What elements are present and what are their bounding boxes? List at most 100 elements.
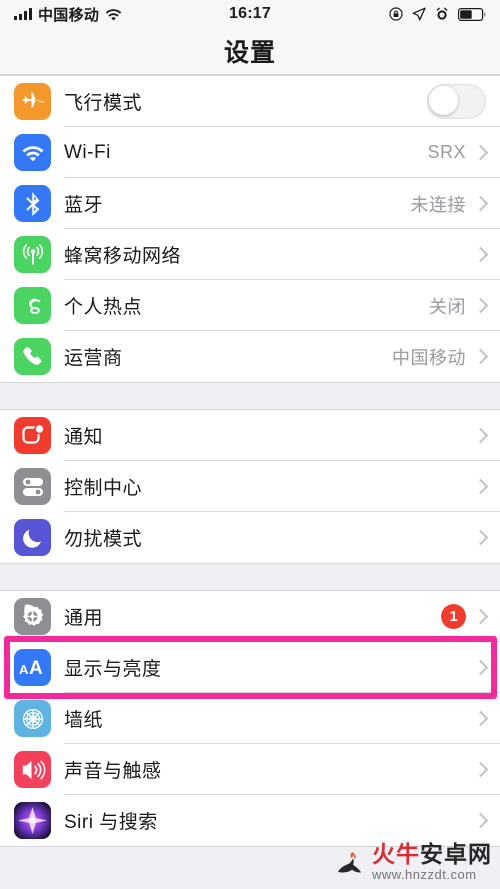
- watermark-name-red: 火牛: [372, 841, 420, 867]
- phone-icon: [14, 338, 51, 375]
- settings-row-sounds-haptics[interactable]: 声音与触感: [0, 744, 500, 795]
- location-arrow-icon: [412, 7, 426, 21]
- moon-icon: [14, 519, 51, 556]
- toggle-knob: [429, 86, 458, 115]
- settings-row-label: 运营商: [64, 348, 123, 369]
- wifi-icon: [106, 8, 122, 20]
- airplane-icon: [14, 83, 51, 120]
- watermark-text: 火牛安卓网 www.hnzzdt.com: [372, 841, 492, 882]
- page-title: 设置: [223, 39, 276, 67]
- settings-row-accessory: [472, 246, 500, 263]
- settings-row-accessory: [472, 710, 500, 727]
- hotspot-link-icon: [14, 287, 51, 324]
- settings-row-label: Wi-Fi: [64, 141, 111, 163]
- group-spacer: [0, 383, 500, 409]
- status-bar: 中国移动 16:17: [0, 0, 500, 28]
- settings-row-value: 中国移动: [392, 347, 466, 368]
- settings-row-wifi[interactable]: Wi-Fi SRX: [0, 127, 500, 178]
- settings-row-accessory: 未连接: [411, 191, 500, 217]
- svg-text:A: A: [19, 662, 29, 677]
- chevron-right-icon: [472, 812, 489, 829]
- settings-row-do-not-disturb[interactable]: 勿扰模式: [0, 512, 500, 563]
- nav-bar: 设置: [0, 28, 500, 75]
- settings-group-system: 通用 1 A A 显示与亮度 墙纸声音与触感 Siri 与搜索: [0, 590, 500, 847]
- settings-row-accessory: [472, 659, 500, 676]
- chevron-right-icon: [472, 427, 489, 444]
- settings-screen: 中国移动 16:17 设置 飞行模式 Wi-Fi SRX 蓝牙 未连接 蜂窝移动…: [0, 0, 500, 889]
- aa-text-icon: AA: [14, 649, 51, 686]
- settings-row-label: 个人热点: [64, 297, 143, 318]
- settings-row-accessory: [472, 478, 500, 495]
- chevron-right-icon: [472, 348, 489, 365]
- chevron-right-icon: [472, 297, 489, 314]
- settings-row-airplane-mode[interactable]: 飞行模式: [0, 76, 500, 127]
- chevron-right-icon: [472, 529, 489, 546]
- settings-row-value: 关闭: [429, 296, 466, 317]
- chevron-right-icon: [472, 195, 489, 212]
- bluetooth-icon: [14, 185, 51, 222]
- carrier-name: 中国移动: [38, 6, 100, 24]
- group-spacer: [0, 564, 500, 590]
- settings-row-accessory: SRX: [427, 142, 500, 163]
- svg-text:A: A: [29, 658, 43, 679]
- settings-row-accessory: [472, 812, 500, 829]
- settings-row-label: 蜂窝移动网络: [64, 246, 182, 267]
- settings-row-display-brightness[interactable]: A A 显示与亮度: [0, 642, 500, 693]
- chevron-right-icon: [472, 761, 489, 778]
- notification-badge: 1: [441, 604, 466, 629]
- wifi-icon: [14, 134, 51, 171]
- chevron-right-icon: [472, 246, 489, 263]
- speaker-icon: [14, 751, 51, 788]
- settings-row-personal-hotspot[interactable]: 个人热点 关闭: [0, 280, 500, 331]
- gear-icon: [14, 598, 51, 635]
- settings-row-label: 勿扰模式: [64, 529, 143, 550]
- flower-icon: [14, 700, 51, 737]
- status-bar-left: 中国移动: [14, 4, 122, 25]
- settings-row-general[interactable]: 通用 1: [0, 591, 500, 642]
- rotation-lock-icon: [389, 7, 403, 21]
- signal-bars-icon: [14, 8, 32, 20]
- settings-row-cellular[interactable]: 蜂窝移动网络: [0, 229, 500, 280]
- settings-row-label: 飞行模式: [64, 93, 143, 114]
- settings-list[interactable]: 飞行模式 Wi-Fi SRX 蓝牙 未连接蜂窝移动网络 个人热点 关闭运营商 中国移动通知控制…: [0, 75, 500, 889]
- settings-row-accessory: [472, 761, 500, 778]
- control-center-icon: [14, 468, 51, 505]
- settings-row-wallpaper[interactable]: 墙纸: [0, 693, 500, 744]
- toggle-switch[interactable]: [427, 84, 486, 119]
- settings-row-label: 蓝牙: [64, 195, 104, 216]
- settings-row-carrier[interactable]: 运营商 中国移动: [0, 331, 500, 382]
- chevron-right-icon: [472, 608, 489, 625]
- settings-row-control-center[interactable]: 控制中心: [0, 461, 500, 512]
- cellular-antenna-icon: [14, 236, 51, 273]
- settings-row-accessory: 关闭: [429, 293, 500, 319]
- settings-row-accessory: 1: [441, 604, 500, 629]
- settings-row-label: 声音与触感: [64, 761, 162, 782]
- settings-row-label: 控制中心: [64, 478, 143, 499]
- chevron-right-icon: [472, 478, 489, 495]
- settings-row-siri-search[interactable]: Siri 与搜索: [0, 795, 500, 846]
- settings-row-accessory: [472, 427, 500, 444]
- settings-row-accessory: 中国移动: [392, 344, 500, 370]
- watermark-logo-icon: [334, 851, 368, 881]
- settings-group-connectivity: 飞行模式 Wi-Fi SRX 蓝牙 未连接蜂窝移动网络 个人热点 关闭运营商 中国移动: [0, 75, 500, 383]
- site-watermark: 火牛安卓网 www.hnzzdt.com: [334, 843, 492, 881]
- status-bar-right: [389, 7, 486, 21]
- chevron-right-icon: [472, 144, 489, 161]
- clock: 16:17: [229, 5, 271, 22]
- chevron-right-icon: [472, 710, 489, 727]
- settings-row-bluetooth[interactable]: 蓝牙 未连接: [0, 178, 500, 229]
- settings-row-label: 通用: [64, 608, 104, 629]
- settings-row-label: 显示与亮度: [64, 659, 162, 680]
- chevron-right-icon: [472, 659, 489, 676]
- settings-row-notifications[interactable]: 通知: [0, 410, 500, 461]
- settings-row-label: Siri 与搜索: [64, 812, 158, 833]
- settings-row-label: 通知: [64, 427, 104, 448]
- watermark-name-dark: 安卓网: [420, 841, 492, 867]
- settings-row-accessory: [427, 84, 500, 119]
- settings-group-alerts: 通知控制中心勿扰模式: [0, 409, 500, 564]
- watermark-url: www.hnzzdt.com: [372, 867, 477, 882]
- battery-icon: [458, 7, 486, 21]
- settings-row-value: SRX: [427, 142, 466, 162]
- settings-row-label: 墙纸: [64, 710, 104, 731]
- notification-icon: [14, 417, 51, 454]
